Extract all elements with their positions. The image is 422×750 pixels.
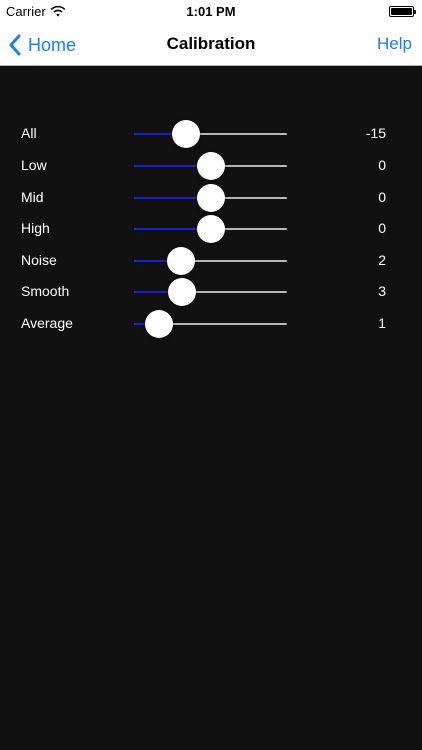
slider-high[interactable] bbox=[134, 213, 287, 245]
status-time: 1:01 PM bbox=[186, 4, 236, 19]
slider-low[interactable] bbox=[134, 150, 287, 182]
status-bar: Carrier 1:01 PM bbox=[0, 0, 422, 24]
slider-noise[interactable] bbox=[134, 245, 287, 277]
slider-smooth[interactable] bbox=[134, 276, 287, 308]
battery-icon bbox=[389, 6, 416, 17]
slider-label-mid: Mid bbox=[21, 189, 44, 205]
slider-thumb[interactable] bbox=[196, 184, 225, 212]
slider-row-noise: Noise 2 bbox=[0, 245, 422, 277]
slider-value-noise: 2 bbox=[378, 252, 386, 268]
slider-row-high: High 0 bbox=[0, 213, 422, 245]
slider-thumb[interactable] bbox=[166, 247, 195, 275]
slider-thumb[interactable] bbox=[196, 215, 225, 243]
slider-row-low: Low 0 bbox=[0, 150, 422, 182]
slider-value-low: 0 bbox=[378, 157, 386, 173]
slider-mid[interactable] bbox=[134, 182, 287, 214]
slider-thumb[interactable] bbox=[171, 120, 200, 148]
slider-value-mid: 0 bbox=[378, 189, 386, 205]
slider-label-average: Average bbox=[21, 315, 73, 331]
slider-label-low: Low bbox=[21, 157, 47, 173]
slider-row-average: Average 1 bbox=[0, 308, 422, 340]
slider-row-all: All -15 bbox=[0, 118, 422, 150]
slider-value-smooth: 3 bbox=[378, 283, 386, 299]
slider-label-all: All bbox=[21, 125, 37, 141]
slider-all[interactable] bbox=[134, 118, 287, 150]
slider-value-high: 0 bbox=[378, 220, 386, 236]
slider-thumb[interactable] bbox=[145, 310, 174, 338]
slider-label-smooth: Smooth bbox=[21, 283, 70, 299]
slider-value-all: -15 bbox=[365, 125, 386, 141]
slider-thumb[interactable] bbox=[196, 152, 225, 180]
slider-row-smooth: Smooth 3 bbox=[0, 276, 422, 308]
navigation-bar: Home Calibration Help bbox=[0, 24, 422, 66]
slider-label-noise: Noise bbox=[21, 252, 57, 268]
calibration-panel: All -15 Low 0 Mid 0 High 0 Noise 2 Smoot bbox=[0, 66, 422, 750]
slider-row-mid: Mid 0 bbox=[0, 182, 422, 214]
slider-value-average: 1 bbox=[378, 315, 386, 331]
slider-average[interactable] bbox=[134, 308, 287, 340]
slider-label-high: High bbox=[21, 220, 50, 236]
help-button[interactable]: Help bbox=[377, 34, 412, 54]
page-title: Calibration bbox=[166, 34, 256, 53]
slider-thumb[interactable] bbox=[167, 278, 196, 306]
